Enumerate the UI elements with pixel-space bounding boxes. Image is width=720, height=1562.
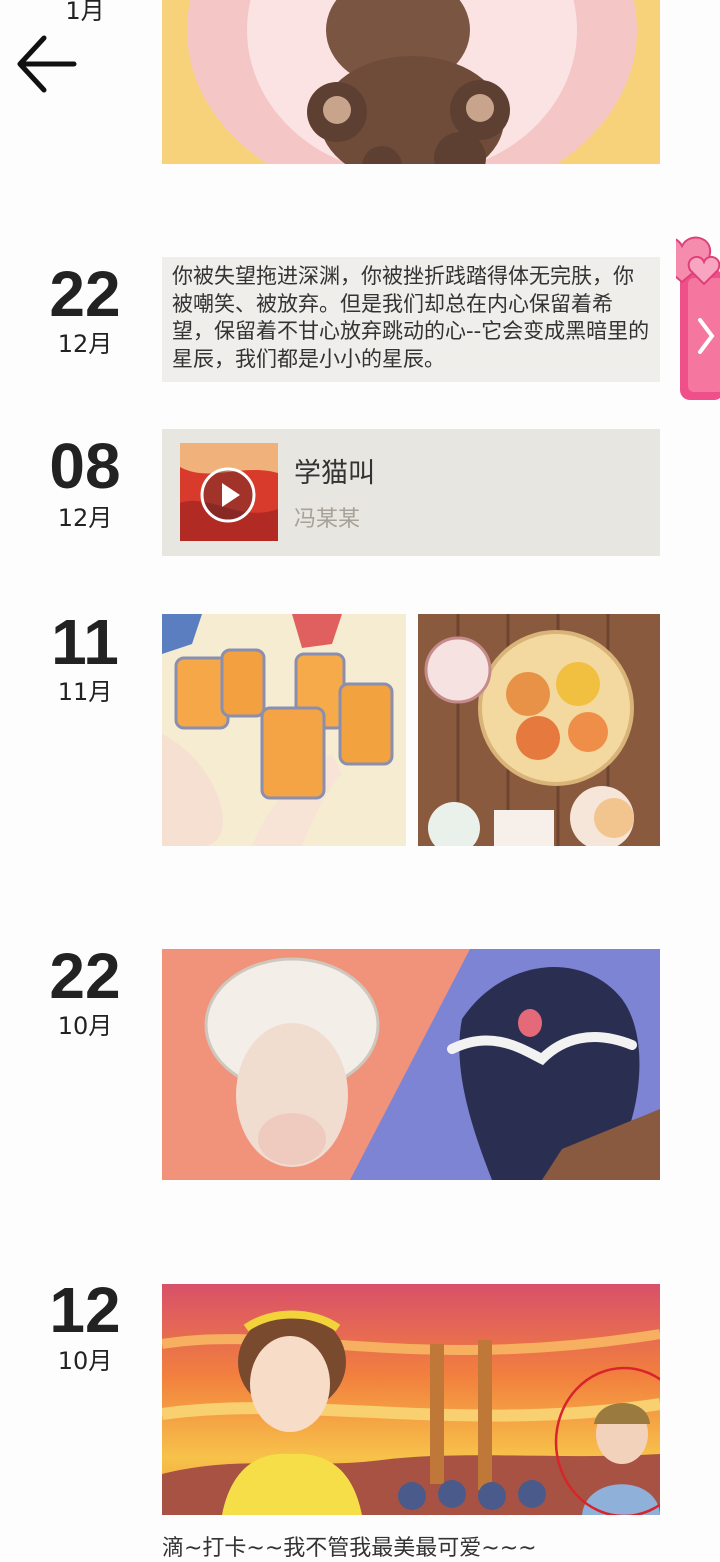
entry-month: 1月 — [65, 0, 105, 25]
back-button[interactable] — [8, 24, 88, 104]
album-cover[interactable] — [180, 443, 278, 541]
entry-day: 08 — [49, 430, 121, 502]
music-card[interactable]: 学猫叫 冯某某 — [162, 429, 660, 556]
arrow-left-icon — [17, 35, 77, 93]
post-image-sunset[interactable] — [162, 1284, 660, 1515]
entry-month: 10月 — [57, 1347, 113, 1375]
post-image-food[interactable] — [418, 614, 660, 846]
post-caption: 滴~打卡~~我不管我最美最可爱~~~ — [162, 1536, 537, 1561]
song-title: 学猫叫 — [294, 458, 375, 489]
quote-card[interactable]: 你被失望拖进深渊，你被挫折践踏得体无完肤，你被嘲笑、被放弃。但是我们却总在内心保… — [162, 257, 660, 382]
entry-day: 12 — [49, 1274, 121, 1346]
entry-month: 12月 — [57, 330, 113, 358]
entry-day: 22 — [49, 258, 121, 330]
entry-month: 12月 — [57, 504, 113, 532]
post-image-drinks[interactable] — [162, 614, 406, 846]
entry-day: 22 — [49, 940, 121, 1012]
entry-month: 11月 — [57, 678, 113, 706]
entry-day: 11 — [51, 606, 119, 678]
song-artist: 冯某某 — [294, 507, 361, 532]
top-post-image[interactable] — [162, 0, 660, 164]
entry-month: 10月 — [57, 1012, 113, 1040]
post-image-animals[interactable] — [162, 949, 660, 1180]
side-drawer-tab[interactable] — [652, 230, 720, 402]
